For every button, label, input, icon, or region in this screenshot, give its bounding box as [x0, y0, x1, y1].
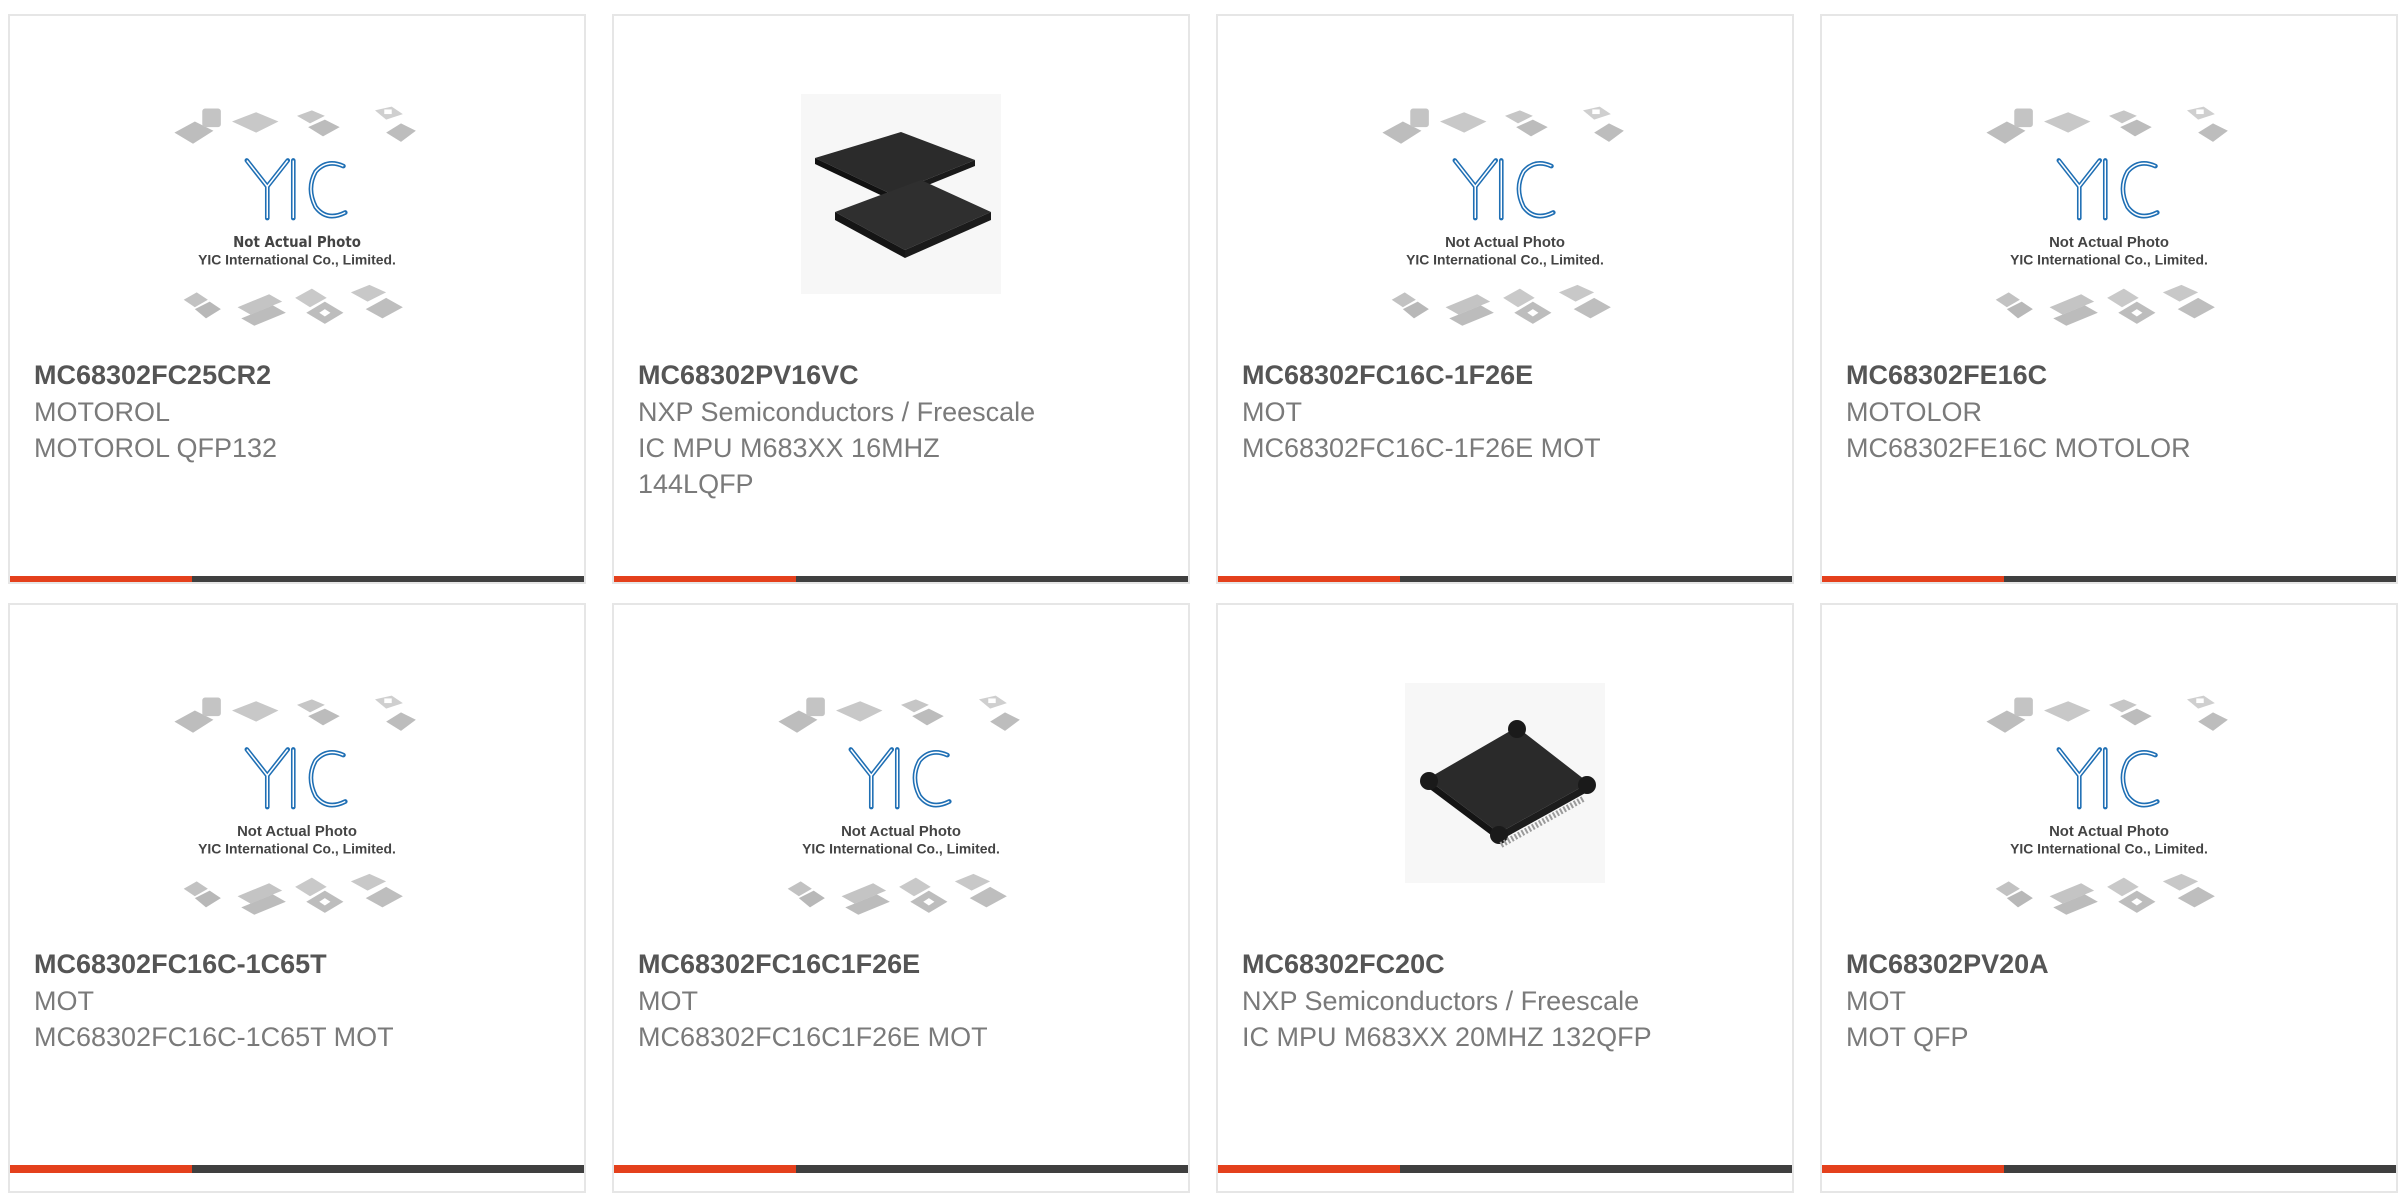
manufacturer: MOTOLOR — [1846, 397, 1983, 427]
yic-placeholder-image: Not Actual Photo YIC International Co., … — [167, 683, 427, 933]
description: MC68302FE16C MOTOLOR — [1846, 433, 2191, 463]
product-card[interactable]: Not Actual Photo YIC International Co., … — [1820, 603, 2398, 1193]
product-card[interactable]: MC68302PV16VC NXP Semiconductors / Frees… — [612, 14, 1190, 584]
product-image[interactable] — [1218, 683, 1792, 933]
description: MC68302FC16C-1F26E MOT — [1242, 433, 1601, 463]
product-image[interactable]: Not Actual Photo YIC International Co., … — [10, 94, 584, 344]
card-footer-bar — [10, 576, 584, 582]
part-number-link[interactable]: MC68302PV20A — [1846, 945, 2376, 983]
product-image[interactable] — [614, 94, 1188, 344]
product-image[interactable]: Not Actual Photo YIC International Co., … — [10, 683, 584, 933]
product-image[interactable]: Not Actual Photo YIC International Co., … — [614, 683, 1188, 933]
yic-placeholder-image: Not Actual Photo YIC International Co., … — [771, 683, 1031, 933]
part-number-link[interactable]: MC68302PV16VC — [638, 356, 1168, 394]
svg-text:Not Actual Photo: Not Actual Photo — [1445, 235, 1565, 251]
yic-placeholder-image: Not Actual Photo YIC International Co., … — [167, 94, 427, 344]
product-card[interactable]: Not Actual Photo YIC International Co., … — [612, 603, 1190, 1193]
yic-placeholder-image: Not Actual Photo YIC International Co., … — [1375, 94, 1635, 344]
svg-text:YIC International Co., Limited: YIC International Co., Limited. — [2010, 252, 2208, 268]
svg-text:Not Actual Photo: Not Actual Photo — [237, 824, 357, 840]
yic-placeholder-image: Not Actual Photo YIC International Co., … — [1979, 683, 2239, 933]
product-card[interactable]: Not Actual Photo YIC International Co., … — [1820, 14, 2398, 584]
card-footer-bar — [614, 1165, 1188, 1173]
manufacturer: NXP Semiconductors / Freescale — [1242, 986, 1640, 1016]
qfp-chip-photo — [1405, 683, 1605, 883]
part-number-link[interactable]: MC68302FC20C — [1242, 945, 1772, 983]
manufacturer: MOT — [1242, 397, 1302, 427]
card-footer-bar — [10, 1165, 584, 1173]
description: MC68302FC16C-1C65T MOT — [34, 1022, 394, 1052]
part-number-link[interactable]: MC68302FC16C-1C65T — [34, 945, 564, 983]
product-image[interactable]: Not Actual Photo YIC International Co., … — [1822, 683, 2396, 933]
manufacturer: MOTOROL — [34, 397, 171, 427]
svg-text:YIC International Co., Limited: YIC International Co., Limited. — [198, 841, 396, 857]
part-number-link[interactable]: MC68302FE16C — [1846, 356, 2376, 394]
svg-text:Not Actual Photo: Not Actual Photo — [841, 824, 961, 840]
svg-text:Not Actual Photo: Not Actual Photo — [233, 233, 361, 251]
card-footer-bar — [614, 576, 1188, 582]
svg-text:YIC International Co., Limited: YIC International Co., Limited. — [2010, 841, 2208, 857]
svg-text:Not Actual Photo: Not Actual Photo — [2049, 235, 2169, 251]
description: IC MPU M683XX 20MHZ 132QFP — [1242, 1022, 1652, 1052]
product-image[interactable]: Not Actual Photo YIC International Co., … — [1822, 94, 2396, 344]
product-card[interactable]: Not Actual Photo YIC International Co., … — [1216, 14, 1794, 584]
description: MOTOROL QFP132 — [34, 433, 278, 463]
product-image[interactable]: Not Actual Photo YIC International Co., … — [1218, 94, 1792, 344]
product-card[interactable]: Not Actual Photo YIC International Co., … — [8, 603, 586, 1193]
yic-placeholder-image: Not Actual Photo YIC International Co., … — [1979, 94, 2239, 344]
part-number-link[interactable]: MC68302FC16C1F26E — [638, 945, 1168, 983]
card-footer-bar — [1822, 576, 2396, 582]
manufacturer: MOT — [34, 986, 94, 1016]
manufacturer: NXP Semiconductors / Freescale — [638, 397, 1036, 427]
manufacturer: MOT — [1846, 986, 1906, 1016]
svg-text:Not Actual Photo: Not Actual Photo — [2049, 824, 2169, 840]
product-card[interactable]: Not Actual Photo YIC International Co., … — [8, 14, 586, 584]
lqfp-chip-photo — [801, 94, 1001, 294]
description: MOT QFP — [1846, 1022, 1969, 1052]
card-footer-bar — [1218, 1165, 1792, 1173]
description: IC MPU M683XX 16MHZ 144LQFP — [638, 433, 940, 499]
card-footer-bar — [1822, 1165, 2396, 1173]
card-footer-bar — [1218, 576, 1792, 582]
svg-text:YIC International Co., Limited: YIC International Co., Limited. — [198, 252, 396, 268]
product-card[interactable]: MC68302FC20C NXP Semiconductors / Freesc… — [1216, 603, 1794, 1193]
svg-text:YIC International Co., Limited: YIC International Co., Limited. — [1406, 252, 1604, 268]
part-number-link[interactable]: MC68302FC16C-1F26E — [1242, 356, 1772, 394]
part-number-link[interactable]: MC68302FC25CR2 — [34, 356, 564, 394]
svg-text:YIC International Co., Limited: YIC International Co., Limited. — [802, 841, 1000, 857]
description: MC68302FC16C1F26E MOT — [638, 1022, 988, 1052]
manufacturer: MOT — [638, 986, 698, 1016]
